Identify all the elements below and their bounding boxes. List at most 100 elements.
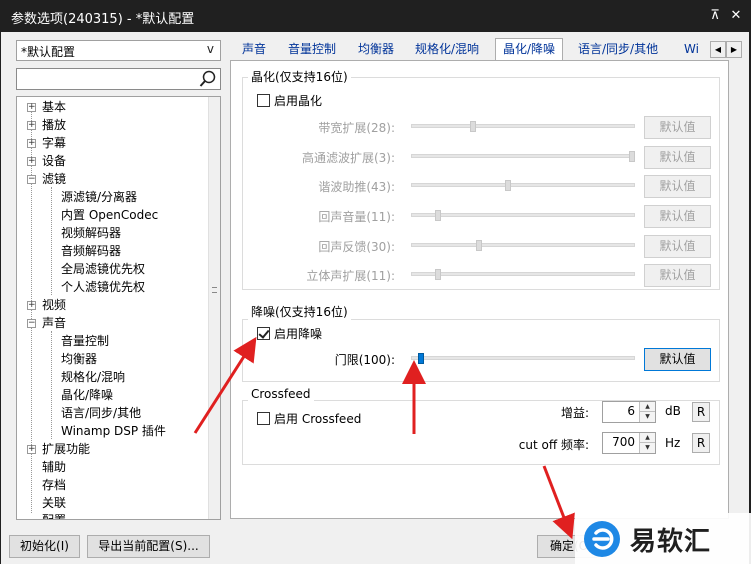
- tree-item-volume-control[interactable]: 音量控制: [61, 332, 109, 350]
- tab-equalizer[interactable]: 均衡器: [356, 40, 396, 61]
- stereo-expand-label: 立体声扩展(11):: [306, 269, 395, 283]
- highpass-default-button[interactable]: 默认值: [644, 146, 711, 169]
- tree-item-sound[interactable]: 声音: [42, 314, 66, 332]
- tab-volume-control[interactable]: 音量控制: [286, 40, 338, 61]
- tree-item-subtitles[interactable]: 字幕: [42, 134, 66, 152]
- echo-feedback-default-button[interactable]: 默认值: [644, 235, 711, 258]
- threshold-default-button[interactable]: 默认值: [644, 348, 711, 371]
- tree-expand-toggle[interactable]: +: [27, 103, 36, 112]
- tree-item-playback[interactable]: 播放: [42, 116, 66, 134]
- echo-volume-slider[interactable]: [411, 213, 635, 217]
- tab-winamp[interactable]: Wi: [682, 40, 701, 61]
- tree-item-crystalize-denoise[interactable]: 晶化/降噪: [61, 386, 113, 404]
- cutoff-reset-button[interactable]: R: [692, 433, 710, 453]
- cutoff-stepper[interactable]: 700 ▲ ▼: [602, 432, 656, 454]
- tree-expand-toggle[interactable]: +: [27, 121, 36, 130]
- tab-normalize-reverb[interactable]: 规格化/混响: [413, 40, 481, 61]
- gain-reset-button[interactable]: R: [692, 402, 710, 422]
- tree-item-config[interactable]: 配置: [42, 511, 66, 519]
- crystalize-group-title: 晶化(仅支持16位): [248, 68, 351, 85]
- window-title: 参数选项(240315) - *默认配置: [11, 12, 195, 27]
- export-config-button[interactable]: 导出当前配置(S)...: [87, 535, 210, 558]
- close-icon[interactable]: ✕: [726, 6, 746, 26]
- tree-item-audio-decoder[interactable]: 音频解码器: [61, 242, 121, 260]
- stepper-up-icon[interactable]: ▲: [639, 402, 655, 412]
- highpass-slider[interactable]: [411, 154, 635, 158]
- watermark-text: 易软汇: [630, 527, 712, 557]
- tree-collapse-toggle[interactable]: −: [27, 319, 36, 328]
- initialize-button[interactable]: 初始化(I): [9, 535, 80, 558]
- tree-item-association[interactable]: 关联: [42, 494, 66, 512]
- echo-volume-slider-thumb[interactable]: [434, 210, 441, 221]
- settings-tree[interactable]: + 基本 + 播放 + 字幕 + 设备 − 滤镜 源滤镜/分离器 内置 Open…: [16, 96, 221, 520]
- tree-item-devices[interactable]: 设备: [42, 152, 66, 170]
- tree-item-global-filter-priority[interactable]: 全局滤镜优先权: [61, 260, 145, 278]
- cutoff-unit: Hz: [665, 436, 681, 450]
- echo-volume-label: 回声音量(11):: [318, 210, 395, 224]
- harmonic-slider[interactable]: [411, 183, 635, 187]
- tree-item-basic[interactable]: 基本: [42, 98, 66, 116]
- enable-crystalize-checkbox[interactable]: [257, 94, 270, 107]
- tree-item-opencodec[interactable]: 内置 OpenCodec: [61, 206, 158, 224]
- tree-item-personal-filter-priority[interactable]: 个人滤镜优先权: [61, 278, 145, 296]
- tab-bar: 声音 音量控制 均衡器 规格化/混响 晶化/降噪 语言/同步/其他 Wi ◀ ▶: [230, 38, 749, 61]
- echo-feedback-slider-thumb[interactable]: [476, 240, 483, 251]
- tab-language-sync[interactable]: 语言/同步/其他: [576, 40, 660, 61]
- threshold-slider-thumb[interactable]: [417, 353, 424, 364]
- gain-label: 增益:: [560, 406, 589, 420]
- tab-panel-crystalize-denoise: 晶化(仅支持16位) 启用晶化 带宽扩展(28): 默认值 高通滤波扩展(3):…: [230, 60, 729, 519]
- profile-selected-value: *默认配置: [21, 45, 76, 59]
- search-input[interactable]: [16, 68, 221, 90]
- bandwidth-slider-thumb[interactable]: [469, 121, 476, 132]
- tree-item-video-decoder[interactable]: 视频解码器: [61, 224, 121, 242]
- tree-item-language-sync[interactable]: 语言/同步/其他: [61, 404, 141, 422]
- tree-expand-toggle[interactable]: +: [27, 445, 36, 454]
- search-icon[interactable]: [199, 70, 217, 88]
- tree-item-source-filter[interactable]: 源滤镜/分离器: [61, 188, 137, 206]
- bandwidth-slider[interactable]: [411, 124, 635, 128]
- highpass-slider-thumb[interactable]: [629, 151, 635, 162]
- tree-item-filters[interactable]: 滤镜: [42, 170, 66, 188]
- enable-denoise-checkbox[interactable]: [257, 327, 270, 340]
- tree-item-equalizer[interactable]: 均衡器: [61, 350, 97, 368]
- stepper-down-icon[interactable]: ▼: [639, 412, 655, 422]
- bandwidth-label: 带宽扩展(28):: [318, 121, 395, 135]
- enable-crossfeed-checkbox[interactable]: [257, 412, 270, 425]
- tab-sound[interactable]: 声音: [240, 40, 268, 61]
- scrollbar-grip[interactable]: [212, 287, 217, 293]
- threshold-slider[interactable]: [411, 356, 635, 360]
- bandwidth-default-button[interactable]: 默认值: [644, 116, 711, 139]
- tree-scrollbar[interactable]: [208, 97, 220, 519]
- tree-collapse-toggle[interactable]: −: [27, 175, 36, 184]
- denoise-group-title: 降噪(仅支持16位): [248, 303, 351, 320]
- tab-scroll-right-icon[interactable]: ▶: [726, 41, 742, 58]
- stepper-up-icon[interactable]: ▲: [639, 433, 655, 443]
- tree-item-archive[interactable]: 存档: [42, 476, 66, 494]
- tree-expand-toggle[interactable]: +: [27, 301, 36, 310]
- tab-scroll-left-icon[interactable]: ◀: [710, 41, 726, 58]
- stereo-expand-default-button[interactable]: 默认值: [644, 264, 711, 287]
- harmonic-label: 谐波助推(43):: [318, 180, 395, 194]
- tree-item-winamp-dsp[interactable]: Winamp DSP 插件: [61, 422, 166, 440]
- harmonic-slider-thumb[interactable]: [504, 180, 511, 191]
- chevron-down-icon: v: [206, 42, 214, 56]
- tree-item-video[interactable]: 视频: [42, 296, 66, 314]
- tree-item-normalize-reverb[interactable]: 规格化/混响: [61, 368, 125, 386]
- gain-stepper[interactable]: 6 ▲ ▼: [602, 401, 656, 423]
- stepper-down-icon[interactable]: ▼: [639, 443, 655, 453]
- pin-icon[interactable]: ⊼: [705, 6, 725, 26]
- tree-connector: [51, 187, 52, 295]
- tree-item-auxiliary[interactable]: 辅助: [42, 458, 66, 476]
- tree-expand-toggle[interactable]: +: [27, 157, 36, 166]
- stereo-expand-slider-thumb[interactable]: [434, 269, 441, 280]
- tab-crystalize-denoise[interactable]: 晶化/降噪: [495, 38, 564, 61]
- profile-select[interactable]: *默认配置 v: [16, 40, 221, 61]
- harmonic-default-button[interactable]: 默认值: [644, 175, 711, 198]
- enable-crossfeed-label: 启用 Crossfeed: [274, 412, 362, 426]
- echo-volume-default-button[interactable]: 默认值: [644, 205, 711, 228]
- echo-feedback-slider[interactable]: [411, 243, 635, 247]
- cutoff-value: 700: [612, 435, 635, 449]
- tree-expand-toggle[interactable]: +: [27, 139, 36, 148]
- tree-item-extensions[interactable]: 扩展功能: [42, 440, 90, 458]
- stereo-expand-slider[interactable]: [411, 272, 635, 276]
